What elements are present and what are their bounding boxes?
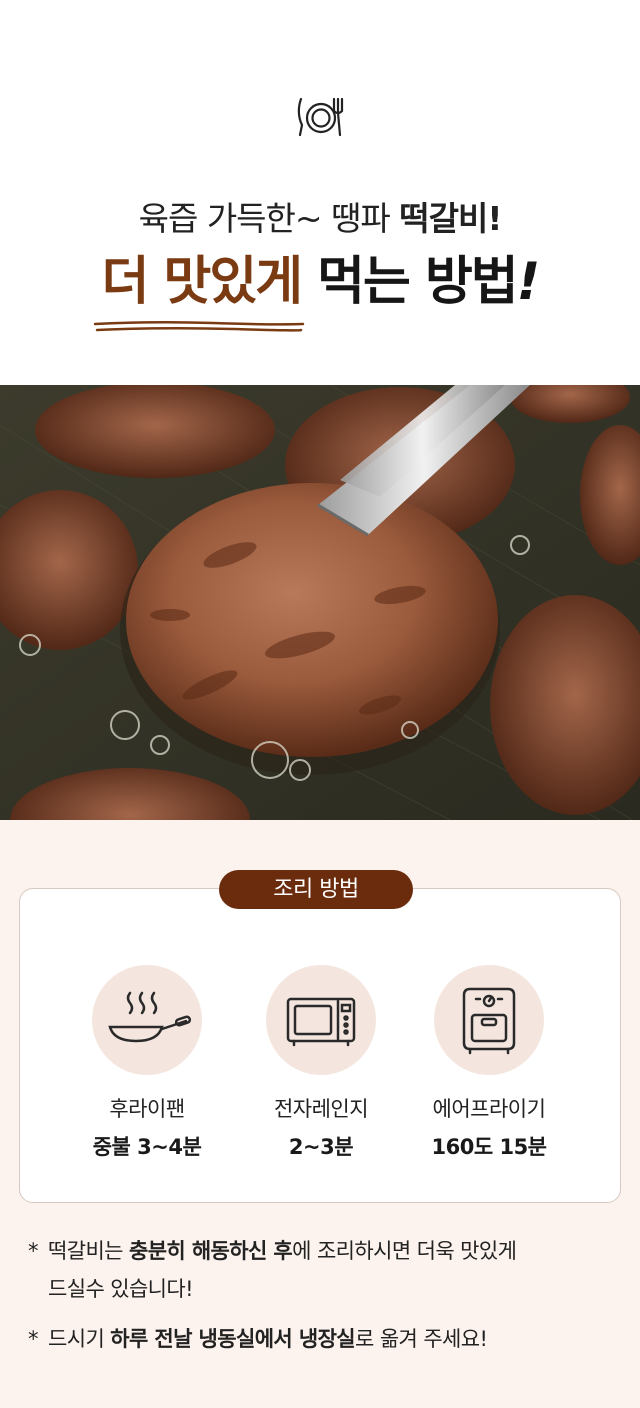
food-photo xyxy=(0,385,640,820)
header-section: 육즙 가득한~ 땡파 떡갈비! 더 맛있게 먹는 방법! xyxy=(0,0,640,385)
title-rest: 먹는 방법 xyxy=(301,252,518,312)
method-detail: 160도 15분 xyxy=(431,1135,547,1159)
method-name: 후라이팬 xyxy=(109,1097,185,1121)
method-microwave: 전자레인지 2~3분 xyxy=(231,965,411,1161)
note-bullet: * xyxy=(28,1327,39,1351)
method-detail: 2~3분 xyxy=(288,1135,354,1159)
title-accent: 더 맛있게 xyxy=(101,252,303,312)
note-refrigerate: * 드시기 하루 전날 냉동실에서 냉장실로 옮겨 주세요! xyxy=(28,1320,628,1358)
microwave-icon xyxy=(286,997,356,1047)
method-icon-circle xyxy=(92,965,202,1075)
method-icon-circle xyxy=(266,965,376,1075)
title-exclaim: ! xyxy=(516,252,541,312)
note-thaw: * 떡갈비는 충분히 해동하신 후에 조리하시면 더욱 맛있게 드실수 있습니다… xyxy=(28,1232,628,1308)
frying-pan-icon xyxy=(108,991,192,1043)
page-title: 더 맛있게 먹는 방법! xyxy=(0,256,640,308)
method-name: 에어프라이기 xyxy=(432,1097,546,1121)
method-frying-pan: 후라이팬 중불 3~4분 xyxy=(57,965,237,1161)
cooking-method-section: 조리 방법 후라이팬 중불 3~4분 전자레인지 2~3분 에어프라이기 160… xyxy=(0,820,640,1408)
method-icon-circle xyxy=(434,965,544,1075)
method-air-fryer: 에어프라이기 160도 15분 xyxy=(399,965,579,1161)
notes: * 떡갈비는 충분히 해동하신 후에 조리하시면 더욱 맛있게 드실수 있습니다… xyxy=(28,1232,628,1358)
title-underline xyxy=(93,320,305,332)
air-fryer-icon xyxy=(462,987,516,1055)
page-subtitle: 육즙 가득한~ 땡파 떡갈비! xyxy=(138,199,503,238)
note-bullet: * xyxy=(28,1239,39,1263)
method-name: 전자레인지 xyxy=(273,1097,369,1121)
plate-fork-knife-icon xyxy=(297,97,344,137)
cooking-method-badge: 조리 방법 xyxy=(219,870,413,909)
method-detail: 중불 3~4분 xyxy=(92,1135,202,1159)
